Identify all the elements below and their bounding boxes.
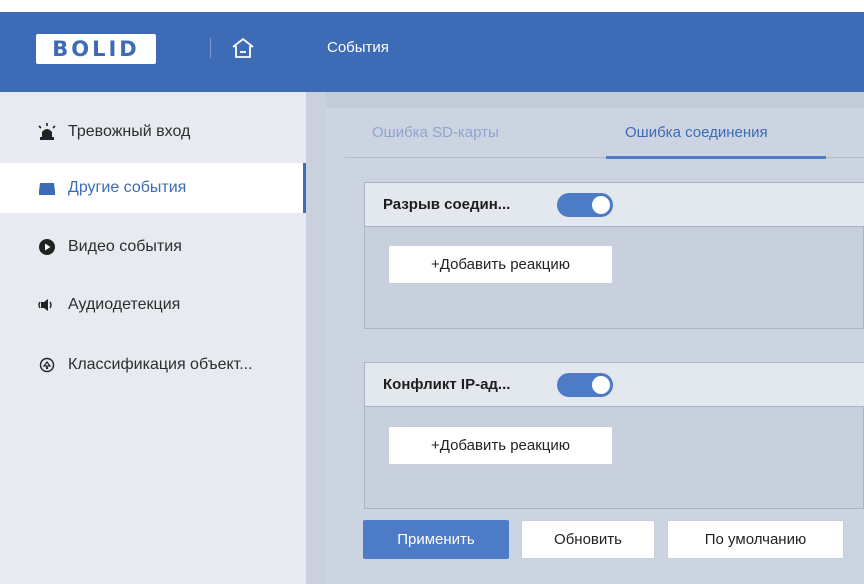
event-card-disconnect: Разрыв соедин... +Добавить реакцию bbox=[364, 182, 864, 329]
sidebar-item-label: Другие события bbox=[68, 179, 187, 196]
classification-icon bbox=[36, 356, 58, 374]
video-play-icon bbox=[36, 238, 58, 256]
content-panel bbox=[326, 108, 864, 584]
drive-icon bbox=[36, 179, 58, 197]
logo-text: BOLID bbox=[52, 37, 140, 61]
apply-button[interactable]: Применить bbox=[363, 520, 509, 559]
card-header: Разрыв соедин... bbox=[365, 183, 864, 227]
alarm-siren-icon bbox=[36, 123, 58, 141]
refresh-button[interactable]: Обновить bbox=[521, 520, 655, 559]
add-reaction-button[interactable]: +Добавить реакцию bbox=[388, 245, 613, 284]
toggle-knob bbox=[592, 376, 610, 394]
page-title: События bbox=[327, 39, 389, 56]
add-reaction-button[interactable]: +Добавить реакцию bbox=[388, 426, 613, 465]
header-divider bbox=[210, 38, 211, 58]
sidebar-item-label: Тревожный вход bbox=[68, 123, 191, 140]
top-strip bbox=[0, 0, 864, 12]
event-card-ip-conflict: Конфликт IP-ад... +Добавить реакцию bbox=[364, 362, 864, 509]
toggle-knob bbox=[592, 196, 610, 214]
tab-connection-error[interactable]: Ошибка соединения bbox=[625, 124, 768, 141]
sidebar-item-object-classification[interactable]: Классификация объект... bbox=[0, 340, 306, 390]
speaker-icon bbox=[36, 296, 58, 314]
enable-toggle[interactable] bbox=[557, 373, 613, 397]
enable-toggle[interactable] bbox=[557, 193, 613, 217]
default-button[interactable]: По умолчанию bbox=[667, 520, 844, 559]
home-icon[interactable] bbox=[230, 35, 256, 61]
card-title: Разрыв соедин... bbox=[383, 196, 511, 213]
sidebar-item-video-events[interactable]: Видео события bbox=[0, 222, 306, 272]
sidebar-item-label: Видео события bbox=[68, 238, 182, 255]
active-tab-indicator bbox=[606, 156, 826, 159]
bolid-logo[interactable]: BOLID bbox=[36, 34, 156, 64]
tab-sd-card-error[interactable]: Ошибка SD-карты bbox=[372, 124, 499, 141]
top-bar: BOLID События bbox=[0, 0, 864, 92]
sidebar-item-label: Классификация объект... bbox=[68, 356, 253, 373]
sidebar-item-other-events[interactable]: Другие события bbox=[0, 163, 306, 213]
card-header: Конфликт IP-ад... bbox=[365, 363, 864, 407]
sidebar-item-audio-detection[interactable]: Аудиодетекция bbox=[0, 280, 306, 330]
card-title: Конфликт IP-ад... bbox=[383, 376, 511, 393]
sidebar-item-label: Аудиодетекция bbox=[68, 296, 181, 313]
sidebar-item-alarm-input[interactable]: Тревожный вход bbox=[0, 107, 306, 157]
